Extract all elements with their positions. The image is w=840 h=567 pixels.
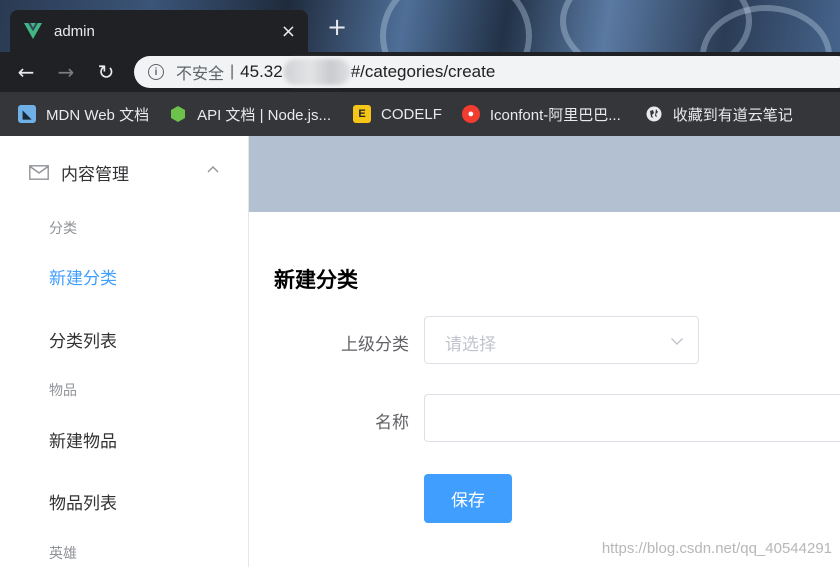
redacted-blur bbox=[283, 59, 350, 85]
url-prefix: 45.32 bbox=[240, 62, 283, 81]
browser-toolbar: ← → ↻ i 不安全 | 45.32 #/categories/create bbox=[0, 52, 840, 92]
menu-group-title: 英雄 bbox=[49, 546, 77, 562]
main-content: 新建分类 上级分类 请选择 名称 保存 bbox=[249, 136, 840, 567]
forward-button[interactable]: → bbox=[54, 60, 78, 84]
back-button[interactable]: ← bbox=[14, 60, 38, 84]
save-button[interactable]: 保存 bbox=[424, 474, 512, 523]
globe-icon bbox=[645, 105, 663, 123]
menu-item-new-category[interactable]: 新建分类 bbox=[0, 248, 247, 304]
security-label: 不安全 bbox=[176, 66, 225, 83]
mdn-icon: ◣ bbox=[18, 105, 36, 123]
menu-item-label: 新建分类 bbox=[49, 269, 117, 289]
watermark: https://blog.csdn.net/qq_40544291 bbox=[601, 540, 832, 557]
name-input[interactable] bbox=[424, 394, 840, 442]
chevron-up-icon bbox=[207, 166, 219, 173]
tab-title: admin bbox=[54, 22, 95, 40]
mail-icon bbox=[29, 165, 49, 180]
bookmark-label: CODELF bbox=[381, 105, 442, 123]
codelf-icon: E bbox=[353, 105, 372, 123]
submenu-label: 内容管理 bbox=[61, 165, 129, 185]
new-tab-button[interactable]: + bbox=[324, 14, 350, 40]
bookmark-label: MDN Web 文档 bbox=[46, 106, 150, 124]
header-bar bbox=[249, 136, 840, 212]
select-placeholder: 请选择 bbox=[445, 335, 496, 355]
menu-item-label: 分类列表 bbox=[49, 332, 117, 352]
bookmark-label: Iconfont-阿里巴巴... bbox=[489, 106, 621, 124]
address-bar[interactable]: i 不安全 | 45.32 #/categories/create bbox=[134, 56, 840, 88]
address-separator: | bbox=[230, 63, 235, 80]
background-decoration bbox=[380, 0, 532, 52]
menu-item-label: 物品列表 bbox=[49, 494, 117, 514]
menu-item-new-item[interactable]: 新建物品 bbox=[0, 411, 247, 467]
menu-item-item-list[interactable]: 物品列表 bbox=[0, 473, 247, 529]
menu-group-title: 物品 bbox=[49, 383, 77, 399]
menu-item-category-list[interactable]: 分类列表 bbox=[0, 311, 247, 367]
parent-category-label: 上级分类 bbox=[341, 335, 409, 355]
nodejs-icon bbox=[169, 105, 187, 123]
browser-tab[interactable]: admin × bbox=[10, 10, 308, 52]
chevron-down-icon bbox=[671, 338, 683, 345]
close-tab-icon[interactable]: × bbox=[281, 21, 296, 42]
vue-logo-icon bbox=[24, 23, 42, 39]
bookmark-nodejs[interactable]: API 文档 | Node.js... bbox=[169, 104, 331, 125]
bookmark-iconfont[interactable]: ● Iconfont-阿里巴巴... bbox=[461, 104, 621, 125]
bookmark-label: 收藏到有道云笔记 bbox=[672, 106, 793, 124]
url-suffix: #/categories/create bbox=[350, 62, 496, 81]
menu-group-title: 分类 bbox=[49, 221, 77, 237]
parent-category-select[interactable]: 请选择 bbox=[424, 316, 699, 364]
bookmark-label: API 文档 | Node.js... bbox=[197, 106, 332, 124]
browser-tab-strip: admin × + bbox=[0, 0, 840, 52]
bookmark-youdao[interactable]: 收藏到有道云笔记 bbox=[645, 104, 793, 125]
menu-item-label: 新建物品 bbox=[49, 432, 117, 452]
page-title: 新建分类 bbox=[274, 268, 358, 292]
bookmark-codelf[interactable]: E CODELF bbox=[353, 105, 442, 123]
bookmark-mdn[interactable]: ◣ MDN Web 文档 bbox=[18, 104, 149, 125]
reload-button[interactable]: ↻ bbox=[94, 60, 118, 84]
iconfont-icon: ● bbox=[461, 105, 480, 123]
submenu-content-management[interactable]: 内容管理 bbox=[0, 136, 248, 208]
bookmarks-bar: ◣ MDN Web 文档 API 文档 | Node.js... E CODEL… bbox=[0, 92, 840, 136]
sidebar: 内容管理 分类 新建分类 分类列表 物品 新建物品 物品列表 英雄 bbox=[0, 136, 249, 567]
info-icon[interactable]: i bbox=[148, 64, 164, 80]
name-label: 名称 bbox=[375, 413, 409, 433]
